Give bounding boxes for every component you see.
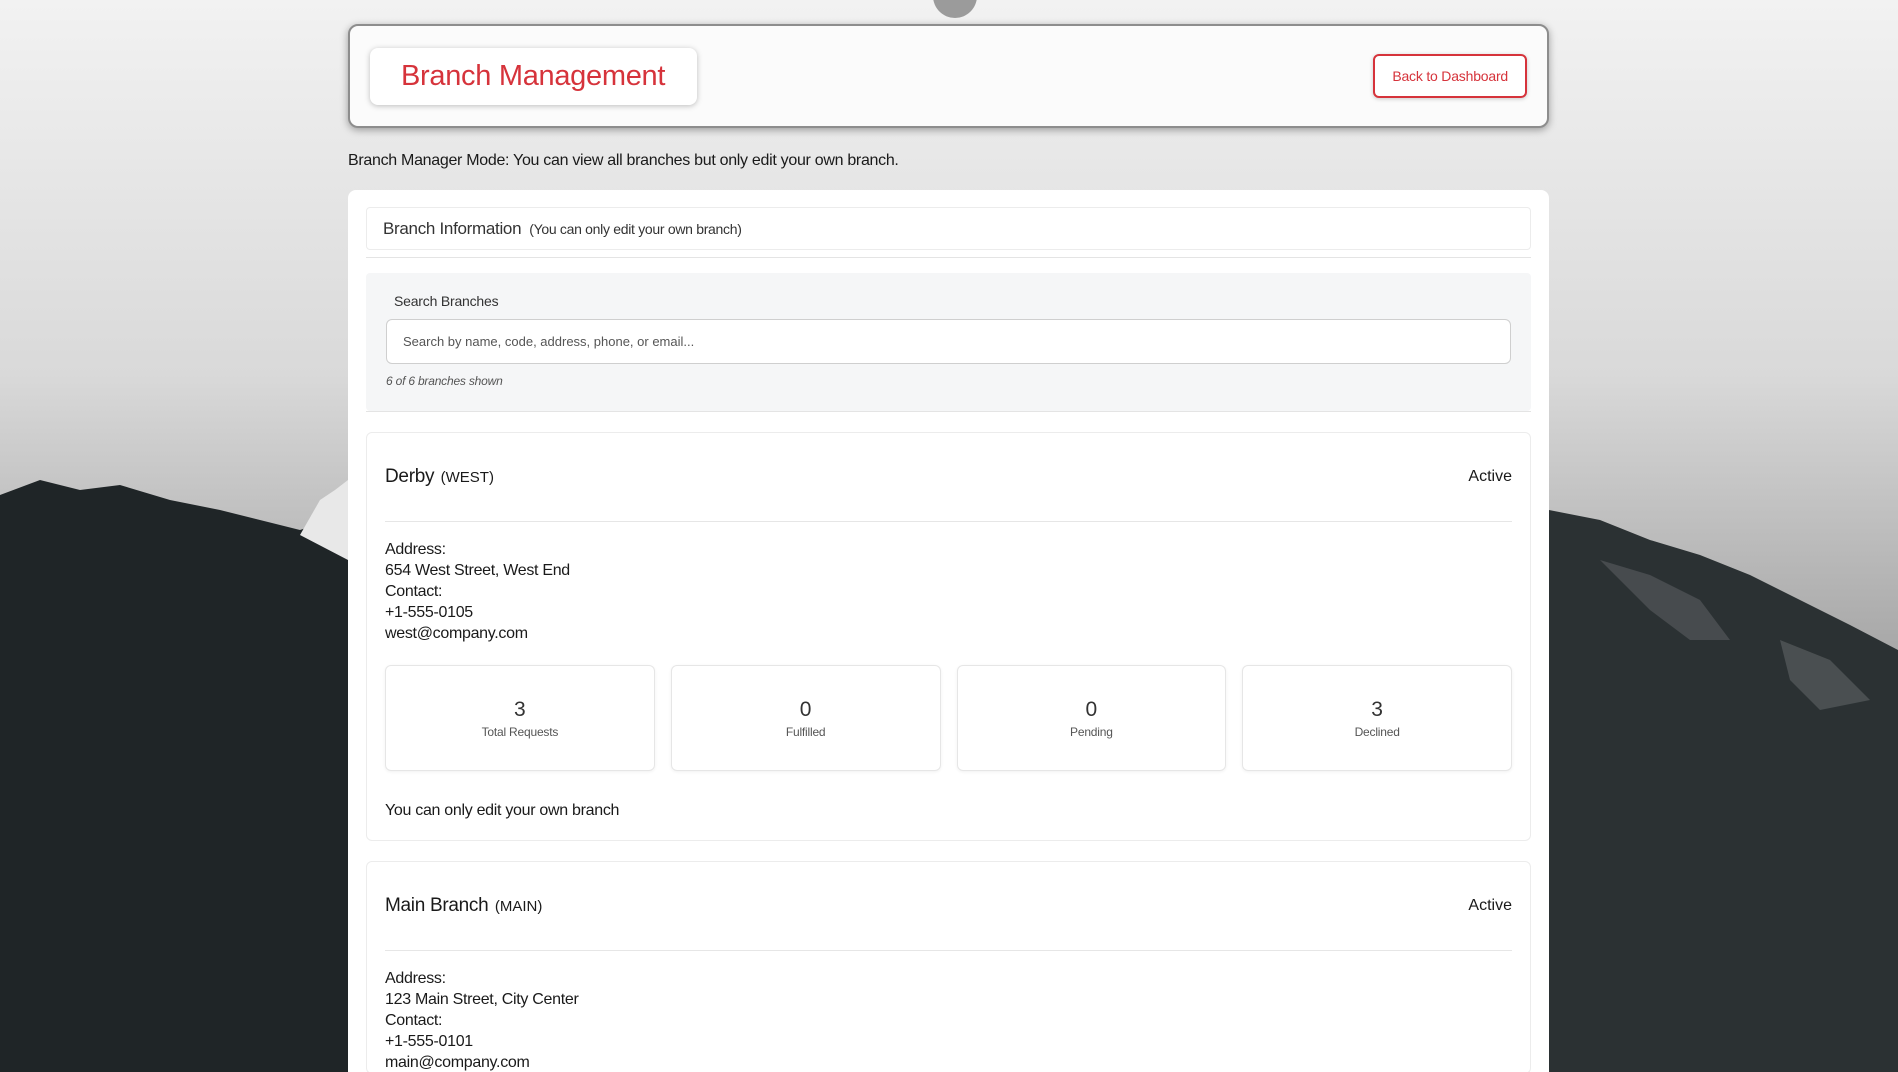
branch-title: Derby (WEST) [385,466,494,488]
branch-info-bar: Branch Information (You can only edit yo… [366,207,1531,250]
stat-value: 0 [799,697,812,721]
branch-title: Main Branch (MAIN) [385,895,542,917]
stat-declined: 3 Declined [1242,665,1512,771]
branch-card: Derby (WEST) Active Address: 654 West St… [366,432,1531,841]
page-title: Branch Management [401,59,666,92]
contact-label: Contact: [385,583,443,600]
back-to-dashboard-button[interactable]: Back to Dashboard [1373,54,1527,98]
branches-panel: Branch Information (You can only edit yo… [348,190,1549,1072]
stat-fulfilled: 0 Fulfilled [670,665,941,771]
branch-email: main@company.com [385,1054,530,1071]
stat-value: 3 [514,697,526,721]
search-result-count: 6 of 6 branches shown [386,374,503,388]
branch-info-title: Branch Information [383,218,522,238]
branch-card-header: Derby (WEST) Active [385,433,1512,522]
branch-phone: +1-555-0105 [385,604,473,621]
branch-name: Main Branch [385,895,489,916]
stat-value: 3 [1371,697,1383,721]
stat-label: Declined [1354,724,1400,739]
page-header: Branch Management Back to Dashboard [348,24,1549,128]
branch-status: Active [1468,468,1512,485]
divider [366,257,1531,258]
branch-phone: +1-555-0101 [385,1033,473,1050]
branch-address: 123 Main Street, City Center [385,991,579,1008]
branch-status: Active [1468,897,1512,914]
branch-stats: 3 Total Requests 0 Fulfilled 0 Pending 3… [385,665,1512,771]
branch-card-header: Main Branch (MAIN) Active [385,862,1512,951]
page-container: Branch Management Back to Dashboard Bran… [348,24,1549,1072]
branch-card: Main Branch (MAIN) Active Address: 123 M… [366,861,1531,1072]
edit-restriction-note: You can only edit your own branch [385,802,620,819]
search-section: Search Branches 6 of 6 branches shown [366,273,1531,411]
branch-code: (WEST) [440,469,494,486]
stat-label: Pending [1070,724,1113,739]
branch-details: Address: 654 West Street, West End Conta… [385,522,1512,644]
contact-label: Contact: [385,1012,443,1029]
branch-name: Derby [385,466,435,487]
search-label: Search Branches [394,293,499,309]
divider [366,411,1531,412]
branch-details: Address: 123 Main Street, City Center Co… [385,951,1512,1072]
branch-code: (MAIN) [494,898,543,915]
address-label: Address: [385,970,446,987]
stat-total-requests: 3 Total Requests [385,665,655,771]
stat-label: Fulfilled [785,724,826,739]
branch-email: west@company.com [385,625,528,642]
search-input[interactable] [386,319,1511,364]
stat-label: Total Requests [481,724,559,739]
address-label: Address: [385,541,446,558]
stat-value: 0 [1085,697,1098,721]
mode-note: Branch Manager Mode: You can view all br… [348,152,899,169]
branch-address: 654 West Street, West End [385,562,570,579]
branch-info-subtitle: (You can only edit your own branch) [529,220,742,237]
stat-pending: 0 Pending [956,665,1227,771]
title-card: Branch Management [370,47,698,105]
